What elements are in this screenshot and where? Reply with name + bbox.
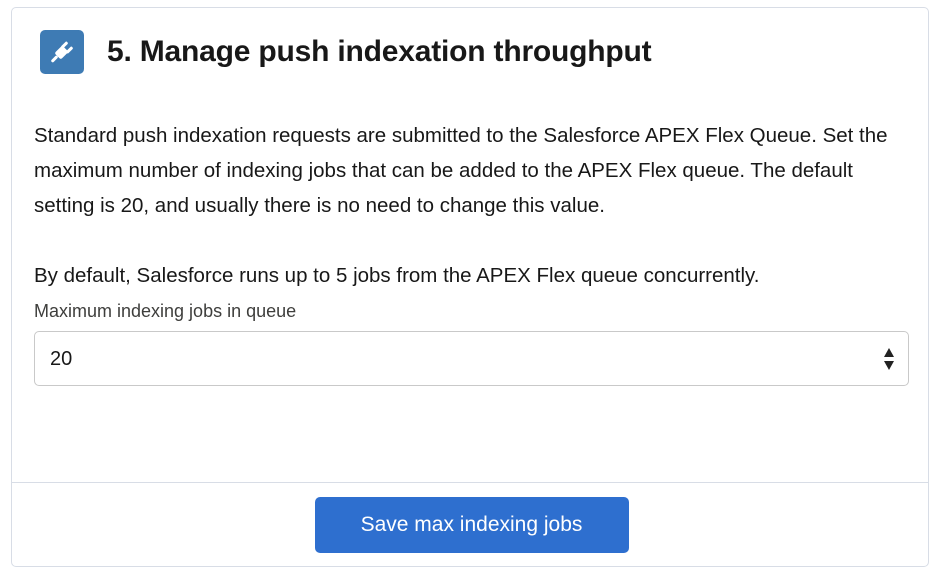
stepper-down-icon[interactable] bbox=[882, 361, 896, 374]
max-jobs-input[interactable]: 20 bbox=[34, 331, 909, 386]
concurrency-note: By default, Salesforce runs up to 5 jobs… bbox=[34, 264, 760, 287]
card-body: Standard push indexation requests are su… bbox=[34, 118, 914, 386]
save-max-jobs-button[interactable]: Save max indexing jobs bbox=[314, 497, 629, 553]
card-header: 5. Manage push indexation throughput bbox=[40, 30, 652, 74]
description-paragraph: Standard push indexation requests are su… bbox=[34, 124, 888, 217]
number-stepper[interactable] bbox=[882, 344, 896, 374]
max-jobs-label: Maximum indexing jobs in queue bbox=[34, 301, 297, 321]
stepper-up-icon[interactable] bbox=[882, 344, 896, 357]
card-title: 5. Manage push indexation throughput bbox=[107, 35, 652, 68]
indexation-throughput-card: 5. Manage push indexation throughput Sta… bbox=[11, 7, 929, 567]
card-footer: Save max indexing jobs bbox=[12, 483, 928, 567]
max-jobs-value: 20 bbox=[50, 348, 73, 370]
plug-icon bbox=[40, 30, 84, 74]
